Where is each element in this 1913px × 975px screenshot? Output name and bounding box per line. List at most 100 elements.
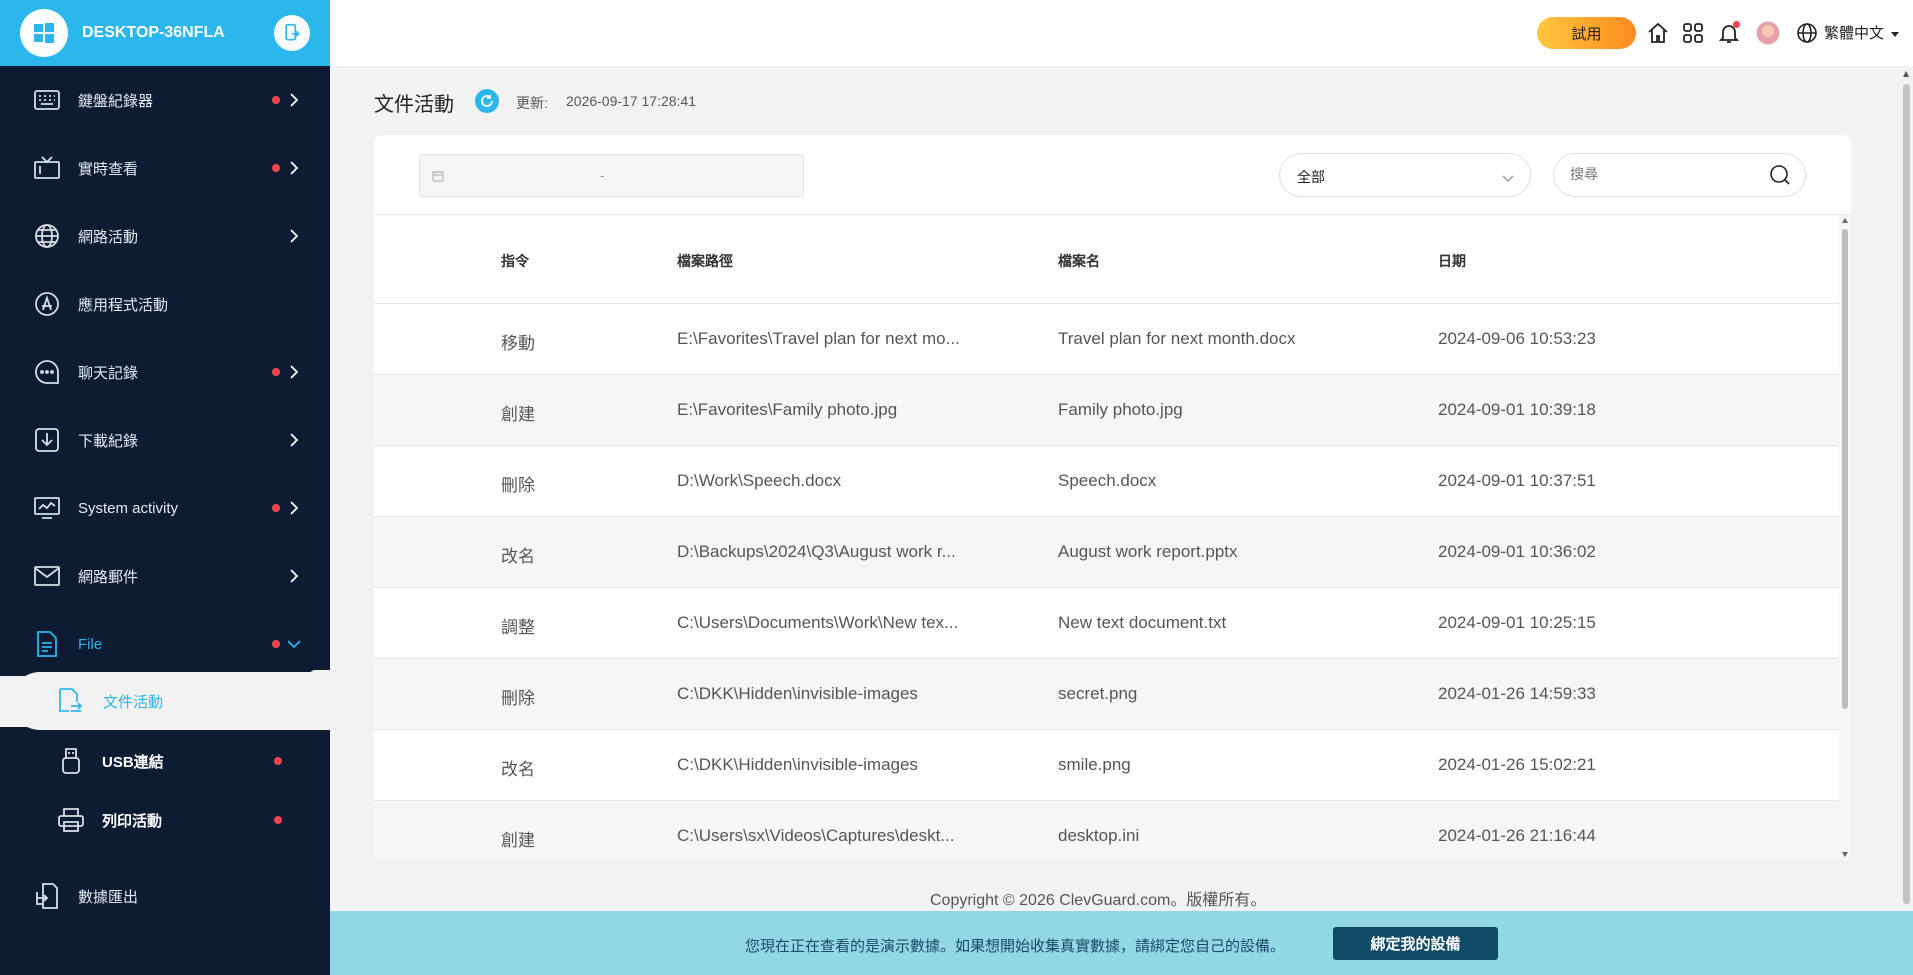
search-icon[interactable] [1769,164,1791,191]
bind-device-button[interactable]: 綁定我的設備 [1333,927,1498,960]
notification-dot [274,757,282,765]
banner-text: 您現在正在查看的是演示數據。如果想開始收集真實數據，請綁定您自己的設備。 [745,938,1286,955]
sidebar-subitem-print[interactable]: 列印活動 [0,791,330,849]
file-activity-card: - 全部 指令 檔案路徑 檔案名 日期 移動 E:\Favorites\Trav… [374,135,1851,860]
sidebar-item-system-activity[interactable]: System activity [0,474,330,542]
usb-icon [56,746,86,776]
column-header-date[interactable]: 日期 [1438,251,1466,271]
column-header-path[interactable]: 檔案路徑 [677,251,733,271]
language-selector[interactable]: 繁體中文 [1824,22,1884,43]
sidebar-item-label: 網路郵件 [78,568,139,586]
cell-command: 刪除 [501,476,535,495]
sidebar-item-webmail[interactable]: 網路郵件 [0,542,330,610]
cell-command: 移動 [501,334,535,353]
cell-date: 2024-09-01 10:39:18 [1438,400,1596,419]
date-separator: - [600,167,605,183]
export-icon [32,881,62,911]
cell-path: E:\Favorites\Travel plan for next mo... [677,329,960,348]
cell-command: 改名 [501,547,535,566]
scroll-down-arrow-icon[interactable] [1842,852,1848,857]
scrollbar-thumb[interactable] [1842,229,1848,709]
select-value: 全部 [1297,169,1325,185]
cell-path: C:\DKK\Hidden\invisible-images [677,755,918,774]
table-body: 移動 E:\Favorites\Travel plan for next mo.… [374,304,1839,860]
apps-grid-icon[interactable] [1681,21,1705,45]
cell-command: 創建 [501,831,535,850]
cell-path: C:\DKK\Hidden\invisible-images [677,684,918,703]
table-row[interactable]: 創建 E:\Favorites\Family photo.jpg Family … [374,375,1839,446]
notification-dot [274,816,282,824]
top-bar: 試用 繁體中文 [330,0,1913,66]
sidebar-subitem-label: 列印活動 [102,812,163,830]
sidebar-item-app-activity[interactable]: 應用程式活動 [0,270,330,338]
sidebar-item-data-export[interactable]: 數據匯出 [0,862,330,930]
cell-command: 刪除 [501,689,535,708]
sidebar-item-label: System activity [78,499,179,517]
avatar[interactable] [1756,21,1780,45]
chevron-right-icon [286,92,302,108]
scroll-up-arrow-icon[interactable] [1903,71,1909,77]
column-header-filename[interactable]: 檔案名 [1058,251,1100,271]
table-row[interactable]: 改名 D:\Backups\2024\Q3\August work r... A… [374,517,1839,588]
bell-icon[interactable] [1717,21,1741,45]
file-transfer-icon [55,686,85,716]
sidebar-item-label: 應用程式活動 [78,296,169,314]
sidebar-item-downloads[interactable]: 下載紀錄 [0,406,330,474]
scroll-up-arrow-icon[interactable] [1842,218,1848,223]
table-row[interactable]: 調整 C:\Users\Documents\Work\New tex... Ne… [374,588,1839,659]
cell-filename: desktop.ini [1058,826,1140,845]
switch-device-icon[interactable] [274,15,310,51]
sidebar-item-keylogger[interactable]: 鍵盤紀錄器 [0,66,330,134]
update-time: 2026-09-17 17:28:41 [566,93,696,109]
search-input[interactable] [1570,166,1760,182]
sidebar-subitem-label: USB連結 [102,753,164,771]
globe-icon[interactable] [1795,21,1819,45]
submenu-active-wrapper: 文件活動 [0,670,330,735]
sidebar-subitem-usb[interactable]: USB連結 [0,732,330,790]
monitor-chart-icon [32,493,62,523]
cell-date: 2024-09-06 10:53:23 [1438,329,1596,348]
type-filter-select[interactable]: 全部 [1279,153,1531,197]
trial-button[interactable]: 試用 [1537,17,1636,49]
page-title: 文件活動 [374,94,454,116]
table-row[interactable]: 刪除 D:\Work\Speech.docx Speech.docx 2024-… [374,446,1839,517]
table-scrollbar[interactable] [1839,215,1851,860]
device-header: DESKTOP-36NFLA [0,0,330,66]
keyboard-icon [32,85,62,115]
table-row[interactable]: 刪除 C:\DKK\Hidden\invisible-images secret… [374,659,1839,730]
envelope-icon [32,561,62,591]
sidebar-item-live-view[interactable]: 實時查看 [0,134,330,202]
printer-icon [56,805,86,835]
calendar-icon [432,169,444,187]
sidebar-item-label: 鍵盤紀錄器 [78,92,154,110]
cell-filename: Family photo.jpg [1058,400,1183,419]
scrollbar-thumb[interactable] [1903,84,1910,904]
sidebar-subitem-label: 文件活動 [103,693,164,711]
table-row[interactable]: 創建 C:\Users\sx\Videos\Captures\deskt... … [374,801,1839,860]
cell-path: D:\Work\Speech.docx [677,471,842,490]
cell-command: 調整 [501,618,535,637]
sidebar-item-file[interactable]: File [0,610,330,678]
sidebar-item-chat-records[interactable]: 聊天記錄 [0,338,330,406]
chevron-right-icon [286,364,302,380]
notification-dot [272,504,280,512]
document-icon [32,629,62,659]
refresh-icon[interactable] [475,89,499,113]
table-header: 指令 檔案路徑 檔案名 日期 [374,215,1839,304]
table-row[interactable]: 移動 E:\Favorites\Travel plan for next mo.… [374,304,1839,375]
page-scrollbar[interactable] [1899,66,1913,911]
sidebar-subitem-file-activity[interactable]: 文件活動 [11,672,330,730]
chevron-right-icon [286,432,302,448]
sidebar-item-web-activity[interactable]: 網路活動 [0,202,330,270]
sidebar-item-label: 聊天記錄 [78,364,139,382]
home-icon[interactable] [1646,21,1670,45]
cell-filename: Speech.docx [1058,471,1157,490]
cell-date: 2024-09-01 10:37:51 [1438,471,1596,490]
notification-dot [1733,21,1740,28]
cell-path: C:\Users\Documents\Work\New tex... [677,613,959,632]
date-range-picker[interactable]: - [419,154,804,197]
caret-down-icon [1890,26,1900,44]
table-row[interactable]: 改名 C:\DKK\Hidden\invisible-images smile.… [374,730,1839,801]
demo-data-banner: 您現在正在查看的是演示數據。如果想開始收集真實數據，請綁定您自己的設備。 綁定我… [330,911,1913,975]
column-header-command[interactable]: 指令 [501,251,529,271]
